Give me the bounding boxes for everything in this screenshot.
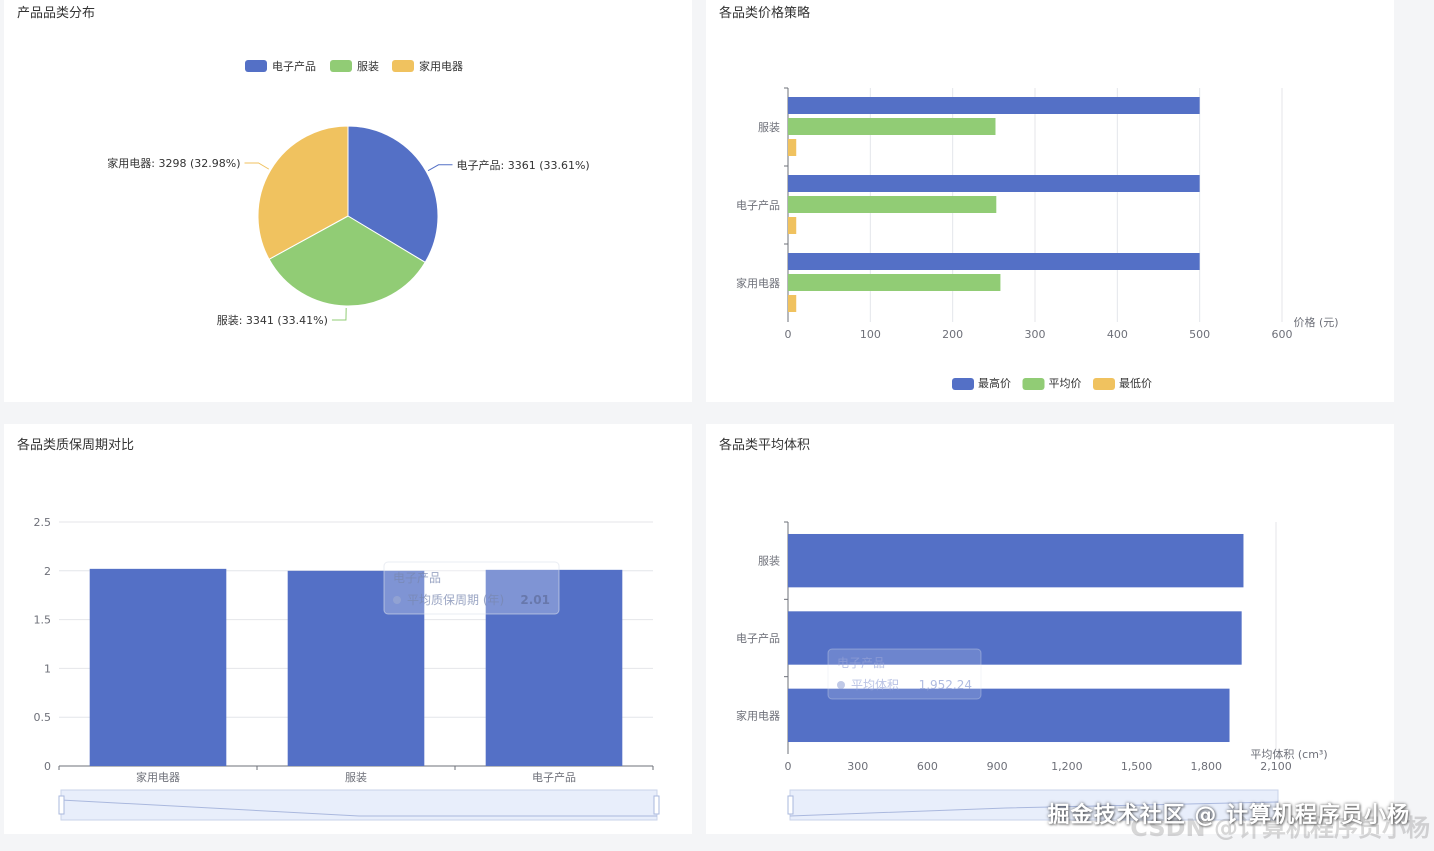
x-tick-label-6: 600 — [1272, 328, 1293, 341]
x-tick-label-5: 500 — [1189, 328, 1210, 341]
legend-label-0: 最高价 — [978, 376, 1011, 390]
volume-panel: 各品类平均体积 0 300 600 900 1,200 1,500 1,800 2,100 平均… — [706, 424, 1394, 834]
pie-label-0: 电子产品: 3361 (33.61%) — [457, 158, 590, 172]
bar-2-2 — [788, 295, 797, 312]
watermark: 掘金技术社区 @ 计算机程序员小杨 — [1047, 803, 1410, 828]
legend-label-0: 电子产品 — [272, 59, 316, 73]
tooltip-dot — [837, 681, 845, 689]
y-tick-label-3: 1.5 — [34, 614, 52, 627]
x-tick-label-4: 400 — [1107, 328, 1128, 341]
tooltip-dot — [393, 596, 401, 604]
y-tick-label-4: 2 — [44, 565, 51, 578]
y-tick-label-2: 1 — [44, 662, 51, 675]
datazoom-handle-right — [653, 795, 660, 815]
bar-0-1 — [788, 175, 1200, 192]
tooltip-category: 电子产品 — [837, 656, 885, 670]
x-tick-label-4: 1,200 — [1051, 760, 1083, 773]
tooltip-series: 平均体积 — [851, 678, 899, 692]
legend-swatch-2 — [1093, 378, 1115, 390]
tooltip-category: 电子产品 — [393, 571, 441, 585]
warranty-chart: 00.511.522.5家用电器 服装 电子产品电子产品平均质保周期 (年) 2.01 — [34, 516, 660, 821]
x-tick-label-1: 300 — [847, 760, 868, 773]
bar-1-0 — [788, 118, 996, 135]
pie-chart: 电子产品 服装 家用电器电子产品: 3361 (33.61%) 服装: 3341 (3… — [107, 59, 590, 327]
y-tick-label-0: 0 — [44, 760, 51, 773]
pie-label-2: 家用电器: 3298 (32.98%) — [107, 156, 240, 170]
bar-0-0 — [788, 97, 1200, 114]
legend-swatch-0 — [245, 60, 267, 72]
bar-1-2 — [788, 274, 1001, 291]
x-axis-title: 价格 (元) — [1293, 315, 1338, 329]
x-tick-label-6: 1,800 — [1191, 760, 1223, 773]
y-tick-label-1: 0.5 — [34, 711, 52, 724]
legend-swatch-1 — [1022, 378, 1045, 390]
tooltip-value: 1,952.24 — [919, 678, 972, 692]
bar-0 — [89, 568, 227, 766]
volume-chart: 0 300 600 900 1,200 1,500 1,800 2,100平均体积 (cm³)… — [736, 521, 1328, 821]
legend-label-1: 服装 — [357, 60, 379, 73]
pie-label-1: 服装: 3341 (33.41%) — [217, 314, 328, 327]
y-tick-label-2: 家用电器 — [736, 276, 780, 290]
legend-label-2: 最低价 — [1119, 377, 1152, 390]
bar-0 — [788, 533, 1244, 588]
bar-1-1 — [788, 196, 997, 213]
y-tick-label-2: 家用电器 — [736, 708, 780, 722]
bar-2-1 — [788, 217, 797, 234]
legend-swatch-0 — [952, 378, 974, 390]
x-tick-label-0: 0 — [785, 328, 792, 341]
pie-leader-1 — [331, 307, 347, 321]
datazoom-handle-left — [787, 795, 794, 815]
y-tick-label-0: 服装 — [758, 121, 780, 134]
datazoom-handle-left — [58, 795, 65, 815]
x-tick-label-2: 电子产品 — [532, 770, 576, 784]
y-tick-label-0: 服装 — [758, 555, 780, 568]
tooltip-series: 平均质保周期 (年) — [407, 593, 504, 607]
x-tick-label-2: 600 — [917, 760, 938, 773]
x-tick-label-0: 0 — [785, 760, 792, 773]
x-tick-label-5: 1,500 — [1121, 760, 1153, 773]
y-tick-label-5: 2.5 — [34, 516, 52, 529]
legend-label-2: 家用电器 — [419, 59, 463, 73]
x-tick-label-3: 900 — [987, 760, 1008, 773]
bar-2-0 — [788, 139, 797, 156]
x-tick-label-1: 100 — [860, 328, 881, 341]
x-tick-label-2: 200 — [942, 328, 963, 341]
x-tick-label-3: 300 — [1025, 328, 1046, 341]
legend-label-1: 平均价 — [1049, 377, 1082, 390]
warranty-panel: 各品类质保周期对比 0 0.5 1 1.5 2 2.5 家用电器 服装 电子产品 电子产品 平均质保… — [4, 424, 692, 834]
legend-swatch-2 — [392, 60, 414, 72]
y-tick-label-1: 电子产品 — [736, 198, 780, 212]
legend-swatch-1 — [330, 60, 352, 72]
x-tick-label-1: 服装 — [345, 771, 367, 784]
price-panel: 各品类价格策略 0 100 200 300 400 500 600 价格 (元) 服装 电子产品家… — [706, 0, 1394, 402]
tooltip-value: 2.01 — [520, 593, 550, 607]
x-tick-label-0: 家用电器 — [136, 770, 180, 784]
pie-leader-2 — [244, 162, 270, 170]
pie-panel: 产品品类分布 电子产品 服装 家用电器 电子产品: 3361 (33.61%) 服装: … — [4, 0, 692, 402]
bar-0-2 — [788, 253, 1200, 270]
x-axis-title: 平均体积 (cm³) — [1250, 747, 1327, 761]
pie-leader-0 — [427, 164, 453, 172]
y-tick-label-1: 电子产品 — [736, 631, 780, 645]
x-tick-label-7: 2,100 — [1260, 760, 1292, 773]
price-chart: 0 100 200 300 400 500 600价格 (元) 服装电子产品家用电器最高价 平均… — [736, 87, 1339, 390]
